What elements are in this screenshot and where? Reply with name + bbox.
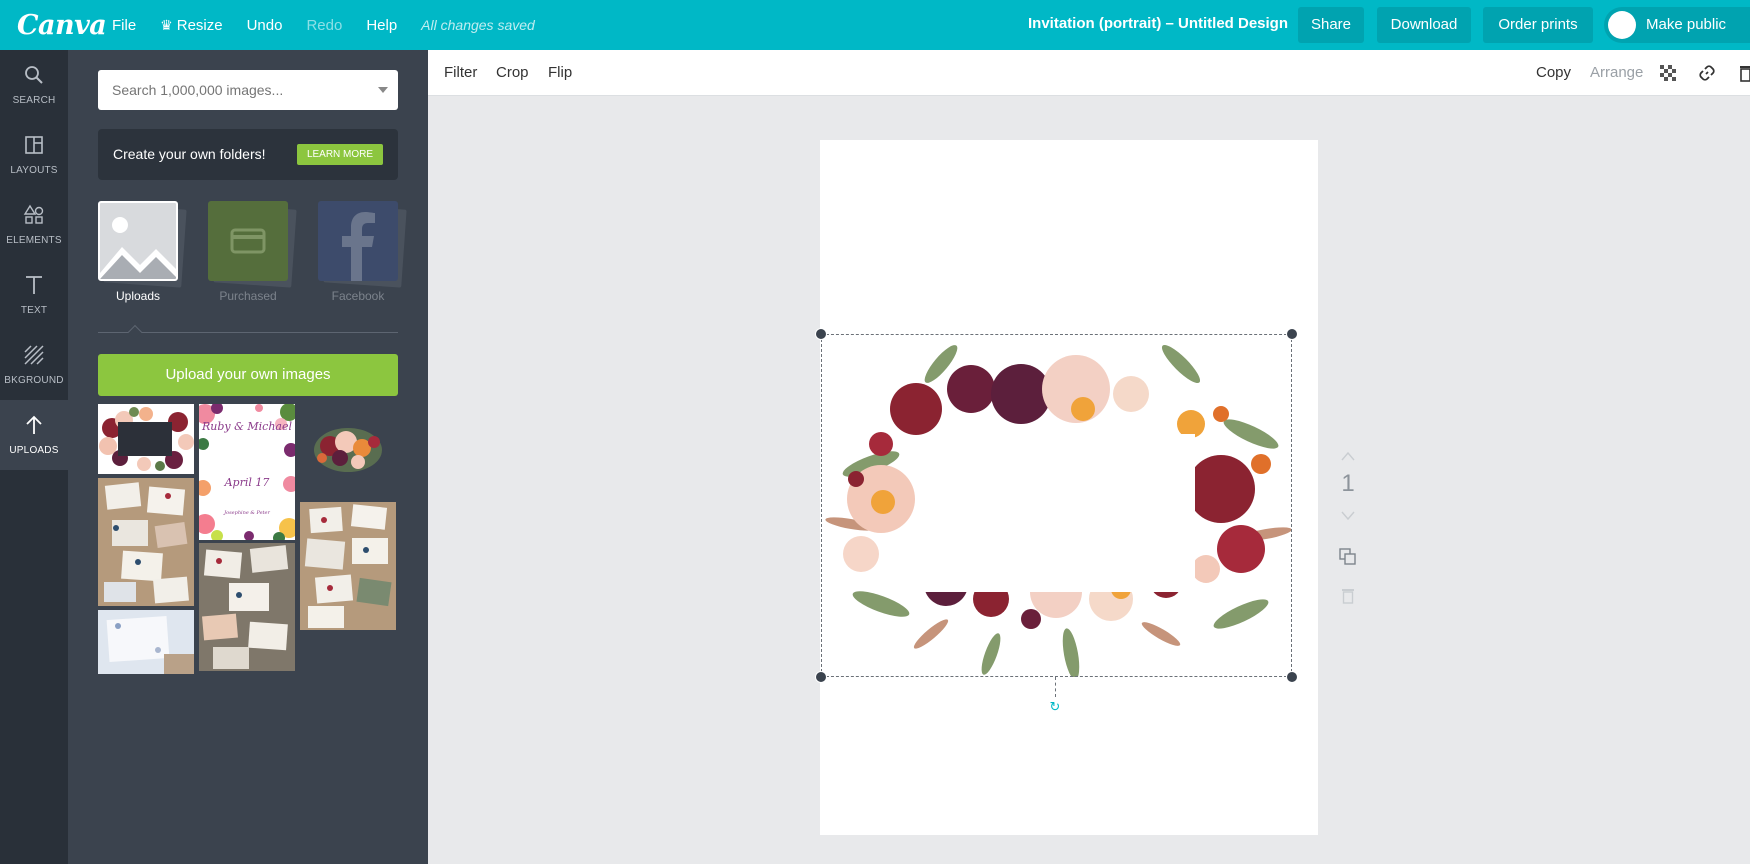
menu-resize-label: Resize	[176, 16, 223, 34]
uploaded-image-thumb[interactable]	[98, 478, 194, 606]
rail-uploads-label: UPLOADS	[9, 445, 59, 456]
upload-arrow-icon	[26, 415, 42, 434]
rail-search-label: SEARCH	[12, 95, 56, 106]
flip-button[interactable]: Flip	[548, 50, 572, 96]
make-public-toggle[interactable]: Make public	[1604, 7, 1750, 43]
layouts-icon	[25, 136, 43, 154]
delete-page-icon[interactable]	[1336, 588, 1360, 609]
invitation-footer: Josephine & Peter	[224, 510, 270, 516]
source-purchased[interactable]: Purchased	[208, 201, 297, 303]
context-toolbar: Filter Crop Flip Copy Arrange	[428, 50, 1750, 96]
menu-file[interactable]: File	[112, 17, 136, 34]
move-page-down-icon[interactable]	[1336, 508, 1360, 526]
facebook-tile	[318, 201, 407, 288]
source-facebook[interactable]: Facebook	[318, 201, 407, 303]
transparency-icon[interactable]	[1660, 65, 1676, 85]
resize-handle-top-right[interactable]	[1286, 328, 1298, 340]
purchased-tile	[208, 201, 297, 288]
text-icon	[26, 276, 42, 294]
credit-card-icon	[208, 201, 288, 281]
main-menu: File ♛ Resize Undo Redo Help All changes …	[112, 0, 535, 50]
canva-logo[interactable]: Canva	[17, 10, 112, 41]
resize-handle-top-left[interactable]	[815, 328, 827, 340]
top-bar: Canva File ♛ Resize Undo Redo Help All ch…	[0, 0, 1750, 50]
rail-elements[interactable]: ELEMENTS	[0, 190, 68, 260]
crown-icon: ♛	[160, 16, 173, 33]
toggle-knob	[1608, 11, 1636, 39]
uploaded-image-thumb[interactable]	[199, 543, 295, 671]
menu-help[interactable]: Help	[366, 17, 397, 34]
save-status: All changes saved	[421, 17, 535, 33]
rail-search[interactable]: SEARCH	[0, 50, 68, 120]
image-search	[98, 70, 398, 110]
resize-handle-bottom-right[interactable]	[1286, 671, 1298, 683]
uploaded-image-thumb[interactable]	[98, 404, 194, 474]
menu-redo[interactable]: Redo	[306, 17, 342, 34]
arrange-button[interactable]: Arrange	[1590, 50, 1643, 96]
uploads-tile	[98, 201, 187, 288]
duplicate-page-icon[interactable]	[1336, 548, 1360, 571]
rail-background-label: BKGROUND	[4, 375, 64, 386]
learn-more-button[interactable]: LEARN MORE	[297, 144, 383, 165]
download-button[interactable]: Download	[1377, 7, 1471, 43]
rail-uploads[interactable]: UPLOADS	[0, 400, 68, 470]
link-icon[interactable]	[1698, 64, 1716, 86]
uploaded-image-thumb[interactable]	[98, 610, 194, 674]
invitation-card-thumb[interactable]: Ruby & Michael April 17 Josephine & Pete…	[199, 404, 295, 540]
source-purchased-label: Purchased	[219, 289, 277, 303]
rotate-guide	[1055, 677, 1056, 697]
facebook-icon	[318, 201, 398, 281]
rail-text[interactable]: TEXT	[0, 260, 68, 330]
invitation-date: April 17	[224, 476, 270, 489]
folders-promo: Create your own folders! LEARN MORE	[98, 129, 398, 180]
upload-images-button[interactable]: Upload your own images	[98, 354, 398, 396]
trash-icon[interactable]	[1740, 64, 1750, 86]
menu-undo[interactable]: Undo	[247, 17, 283, 34]
rail-text-label: TEXT	[20, 305, 48, 316]
document-title[interactable]: Invitation (portrait) – Untitled Design	[1028, 0, 1288, 50]
left-rail: SEARCH LAYOUTS ELEMENTS TEXT BKGROUND UP…	[0, 50, 68, 864]
source-uploads-label: Uploads	[115, 289, 161, 303]
invitation-names: Ruby & Michael	[201, 420, 293, 433]
elements-icon	[23, 204, 44, 224]
rail-elements-label: ELEMENTS	[6, 235, 62, 246]
share-button[interactable]: Share	[1298, 7, 1364, 43]
divider	[98, 332, 398, 333]
divider-notch	[127, 324, 143, 340]
rail-layouts[interactable]: LAYOUTS	[0, 120, 68, 190]
source-facebook-label: Facebook	[331, 289, 385, 303]
image-placeholder-icon	[98, 201, 178, 281]
chevron-down-icon[interactable]	[378, 87, 388, 93]
background-icon	[24, 345, 44, 365]
selection-box	[821, 334, 1292, 677]
uploads-panel: Create your own folders! LEARN MORE Uplo…	[68, 50, 428, 864]
move-page-up-icon[interactable]	[1336, 448, 1360, 466]
rail-layouts-label: LAYOUTS	[10, 165, 58, 176]
image-search-input[interactable]	[98, 70, 358, 110]
crop-button[interactable]: Crop	[496, 50, 529, 96]
folders-promo-text: Create your own folders!	[113, 146, 266, 162]
floral-bouquet-thumb[interactable]	[300, 404, 396, 500]
copy-button[interactable]: Copy	[1536, 50, 1571, 96]
filter-button[interactable]: Filter	[444, 50, 477, 96]
rail-background[interactable]: BKGROUND	[0, 330, 68, 400]
search-icon	[25, 66, 43, 84]
resize-handle-bottom-left[interactable]	[815, 671, 827, 683]
rotate-icon[interactable]: ↻	[1046, 698, 1064, 716]
page-number: 1	[1341, 470, 1355, 497]
make-public-label: Make public	[1646, 16, 1727, 33]
source-uploads[interactable]: Uploads	[98, 201, 187, 303]
menu-resize[interactable]: ♛ Resize	[160, 17, 222, 34]
uploaded-image-thumb[interactable]	[300, 502, 396, 630]
order-prints-button[interactable]: Order prints	[1483, 7, 1593, 43]
